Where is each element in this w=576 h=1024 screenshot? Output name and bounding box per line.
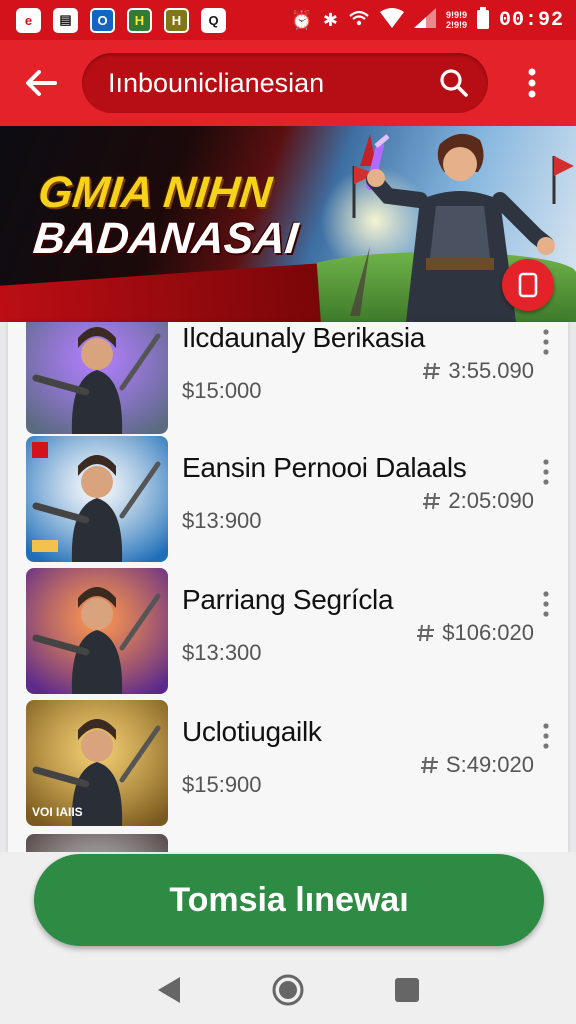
triangle-back-icon [158,977,181,1003]
cell-signal-icon [413,7,436,33]
search-app-icon: Q [201,7,226,33]
square-recents-icon [394,978,419,1002]
notification-icons: e ▤ O H H Q [16,7,226,33]
item-meta: $106:020 [416,620,534,646]
more-vert-icon [543,459,549,485]
hashtag-icon [417,624,435,642]
hashtag-icon [423,362,441,380]
game-thumbnail [26,436,168,562]
item-more-button[interactable] [536,586,556,622]
search-input-value: Iınbouniclianesian [108,67,325,98]
alarm-icon: ⏰ [290,10,313,30]
app-olive-icon: H [164,7,189,33]
banner-title: GMIA NIHN BADANASAI [31,168,301,263]
list-item[interactable]: Eansin Pernooi Dalaals 2:05:090 $13:900 [8,436,568,562]
item-meta: 2:05:090 [422,488,534,514]
item-meta-value: $106:020 [442,620,534,645]
back-button[interactable] [0,40,82,126]
item-more-button[interactable] [536,324,556,360]
hashtag-icon [423,492,441,510]
search-button[interactable] [434,63,474,103]
clock: 00:92 [498,8,564,32]
item-more-button[interactable] [536,454,556,490]
bug-icon: ✱ [322,10,338,30]
list-item[interactable]: Daltsi Oadlo ... dink [8,834,568,852]
browser-icon: e [16,7,41,33]
item-price: $15:900 [182,772,262,797]
svg-text:VOI IAIIS: VOI IAIIS [32,805,83,819]
promo-banner[interactable]: GMIA NIHN BADANASAI [0,126,576,322]
nav-recents-button[interactable] [383,966,431,1014]
item-title: Eansin Pernooi Dalaals [182,452,467,483]
item-title: Parriang Segrícla [182,584,394,615]
data-speed: 9!9!9 2!9!9 [445,10,467,30]
item-price: $13:300 [182,640,262,665]
item-price: $15:000 [182,378,262,403]
news-icon: ▤ [53,7,78,33]
item-list[interactable]: Ilcdaunaly Berikasia 3:55.090 $15:000 Eansi… [8,322,568,852]
search-input[interactable]: Iınbouniclianesian [82,53,488,113]
game-thumbnail [26,568,168,694]
item-meta-value: 2:05:090 [448,488,534,513]
item-meta-value: 3:55.090 [448,358,534,383]
nav-home-button[interactable] [264,966,312,1014]
app-blue-icon: O [90,7,115,33]
app-green-icon: H [127,7,152,33]
banner-action-button[interactable] [502,259,554,311]
more-vert-icon [543,329,549,355]
more-vert-icon [543,723,549,749]
status-bar: e ▤ O H H Q ⏰ ✱ 9!9!9 2!9!9 00:92 [0,0,576,40]
more-vert-icon [543,591,549,617]
game-thumbnail [26,834,168,852]
list-item[interactable]: Parriang Segrícla $106:020 $13:300 [8,568,568,694]
item-more-button[interactable] [536,718,556,754]
signal-waves-icon [348,9,370,32]
search-icon [440,69,468,97]
game-thumbnail: VOI IAIIS [26,700,168,826]
battery-icon [476,6,489,34]
overflow-menu-button[interactable] [488,40,576,126]
wifi-icon [379,7,404,33]
phone-icon [518,272,538,298]
system-nav-bar [0,956,576,1024]
status-icons: ⏰ ✱ 9!9!9 2!9!9 00:92 [290,6,564,34]
primary-cta-button[interactable]: Tomsia lınewaı [34,854,544,946]
item-meta: 3:55.090 [422,358,534,384]
arrow-left-icon [26,70,57,96]
game-thumbnail [26,322,168,434]
item-meta: S:49:020 [420,752,534,778]
nav-back-button[interactable] [145,966,193,1014]
item-title: Uclotiugailk [182,716,322,747]
more-vert-icon [528,68,536,98]
item-title: Ilcdaunaly Berikasia [182,322,426,353]
list-item[interactable]: Ilcdaunaly Berikasia 3:55.090 $15:000 [8,322,568,448]
list-item[interactable]: VOI IAIIS Uclotiugailk S:49:020 $15:900 [8,700,568,826]
circle-home-icon [272,974,304,1006]
item-meta-value: S:49:020 [445,752,534,777]
hashtag-icon [420,756,438,774]
item-price: $13:900 [182,508,262,533]
app-bar: Iınbouniclianesian [0,40,576,126]
